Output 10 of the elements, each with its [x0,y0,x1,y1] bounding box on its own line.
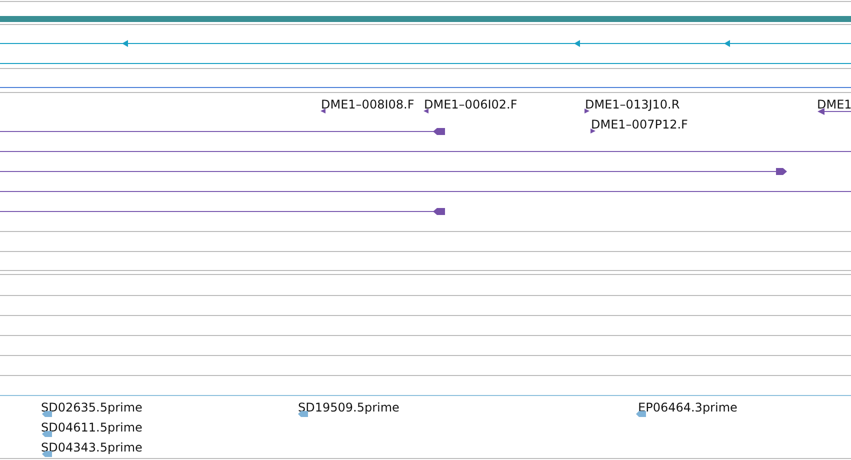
feature-label: DME1–008I08.F [321,97,414,112]
feature-label: DME1–006I02.F [424,97,518,112]
read-label: SD04343.5prime [41,440,142,454]
feature-label: DME1 [817,97,851,112]
read-label: SD19509.5prime [298,400,400,414]
read-label: EP06464.3prime [638,400,738,414]
feature-label: DME1–007P12.F [591,117,688,132]
read-label: SD02635.5prime [41,400,142,414]
feature-label: DME1–013J10.R [585,97,680,112]
read-label: SD04611.5prime [41,420,142,434]
